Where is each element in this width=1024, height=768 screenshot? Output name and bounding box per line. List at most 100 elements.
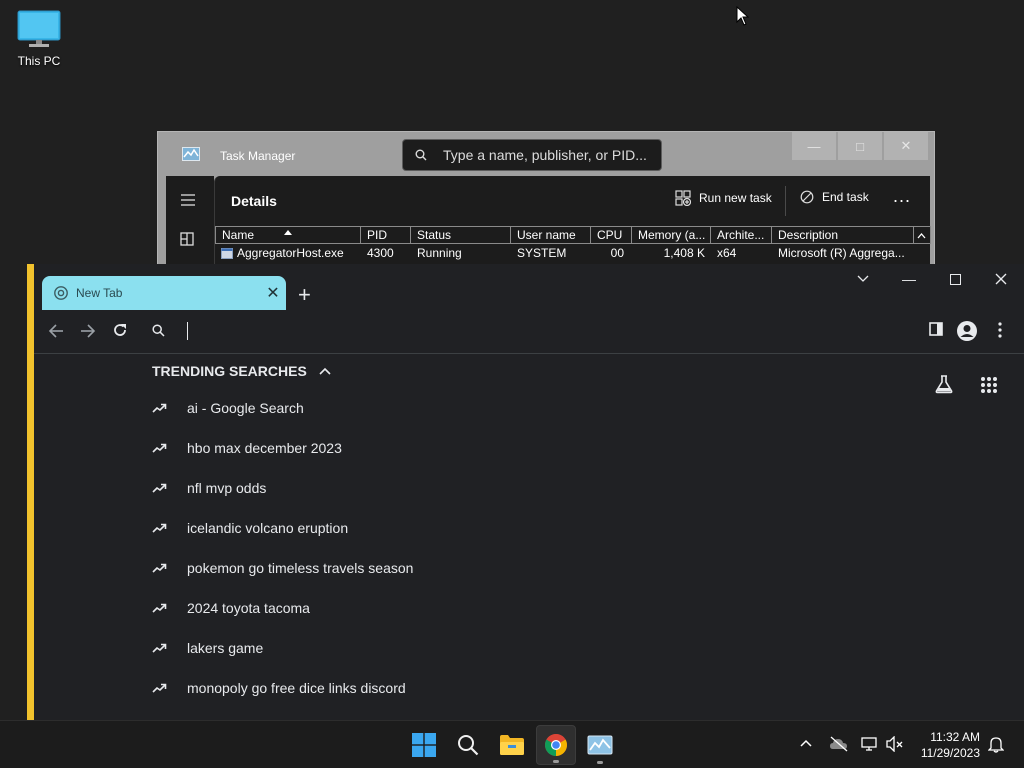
- chevron-up-icon: [319, 367, 331, 375]
- column-header-memory[interactable]: Memory (a...: [632, 226, 711, 244]
- suggestion-item[interactable]: pokemon go timeless travels season: [152, 548, 652, 588]
- side-panel-icon: [929, 322, 943, 336]
- cell-pid: 4300: [367, 246, 394, 260]
- taskbar-search-button[interactable]: [448, 725, 488, 765]
- minimize-button[interactable]: —: [792, 132, 836, 160]
- minimize-button[interactable]: —: [886, 264, 932, 294]
- minimize-icon: —: [902, 271, 916, 287]
- run-new-task-label: Run new task: [699, 191, 772, 205]
- suggestion-text: icelandic volcano eruption: [187, 520, 349, 536]
- trending-searches-header[interactable]: TRENDING SEARCHES: [152, 354, 652, 388]
- tab-close-button[interactable]: ✕: [260, 283, 286, 303]
- run-new-task-icon: [675, 190, 691, 206]
- reload-button[interactable]: [112, 322, 128, 343]
- page-title: Details: [231, 193, 277, 209]
- network-icon[interactable]: [861, 736, 879, 752]
- column-header-username[interactable]: User name: [511, 226, 591, 244]
- maximize-button[interactable]: [932, 264, 978, 294]
- close-button[interactable]: [978, 264, 1024, 294]
- chrome-toolbar: [34, 310, 1024, 354]
- file-explorer-button[interactable]: [492, 725, 532, 765]
- end-task-label: End task: [822, 190, 869, 204]
- cell-username: SYSTEM: [517, 246, 567, 260]
- new-tab-button[interactable]: +: [298, 282, 311, 308]
- suggestion-item[interactable]: lakers game: [152, 628, 652, 668]
- google-apps-icon[interactable]: [980, 376, 998, 394]
- suggestion-text: ai - Google Search: [187, 400, 304, 416]
- column-header-architecture[interactable]: Archite...: [711, 226, 772, 244]
- avatar-icon: [957, 321, 977, 341]
- omnibox-suggestions: TRENDING SEARCHES ai - Google Search hbo …: [152, 354, 652, 708]
- suggestion-text: hbo max december 2023: [187, 440, 342, 456]
- profile-button[interactable]: [956, 320, 978, 347]
- trending-icon: [152, 440, 187, 456]
- trending-icon: [152, 400, 187, 416]
- tab-new-tab[interactable]: New Tab ✕: [42, 276, 286, 310]
- chrome-tabstrip[interactable]: New Tab ✕ + —: [34, 264, 1024, 310]
- tab-search-button[interactable]: [840, 264, 886, 294]
- column-header-description[interactable]: Description: [772, 226, 914, 244]
- column-header-name[interactable]: Name: [215, 226, 361, 244]
- processes-icon[interactable]: [180, 232, 194, 246]
- arrow-right-icon: [81, 324, 96, 338]
- column-header-pid[interactable]: PID: [361, 226, 411, 244]
- desktop-icon-this-pc[interactable]: This PC: [10, 10, 68, 68]
- chrome-logo-icon: [545, 734, 567, 756]
- back-button[interactable]: [48, 322, 64, 343]
- cell-cpu: 00: [610, 246, 624, 260]
- suggestion-item[interactable]: nfl mvp odds: [152, 468, 652, 508]
- suggestion-text: lakers game: [187, 640, 264, 656]
- scroll-up-button[interactable]: [914, 226, 931, 244]
- chrome-menu-button[interactable]: [998, 322, 1002, 343]
- chevron-down-icon: [857, 275, 869, 282]
- close-icon: ✕: [266, 285, 280, 302]
- show-hidden-icons-chevron-up-icon[interactable]: [800, 739, 812, 747]
- system-clock[interactable]: 11:32 AM 11/29/2023: [921, 729, 980, 761]
- column-header-status[interactable]: Status: [411, 226, 511, 244]
- trending-icon: [152, 520, 187, 536]
- task-manager-window: Task Manager Type a name, publisher, or …: [157, 131, 935, 282]
- side-panel-button[interactable]: [929, 322, 943, 341]
- plus-icon: +: [298, 282, 311, 307]
- more-options-button[interactable]: ...: [893, 186, 911, 207]
- task-manager-taskbar-button[interactable]: [580, 725, 620, 765]
- notification-bell-icon[interactable]: [988, 736, 1004, 753]
- chrome-taskbar-button[interactable]: [536, 725, 576, 765]
- suggestion-item[interactable]: monopoly go free dice links discord: [152, 668, 652, 708]
- monitor-icon: [17, 10, 61, 47]
- suggestion-item[interactable]: 2024 toyota tacoma: [152, 588, 652, 628]
- task-manager-app-icon: [182, 147, 200, 161]
- column-header-cpu[interactable]: CPU: [591, 226, 632, 244]
- maximize-icon: [949, 273, 961, 285]
- close-icon: ✕: [900, 138, 912, 153]
- end-task-button[interactable]: End task: [800, 190, 869, 204]
- windows-logo-icon: [412, 733, 436, 757]
- task-manager-search-input[interactable]: Type a name, publisher, or PID...: [402, 139, 662, 171]
- suggestion-text: pokemon go timeless travels season: [187, 560, 414, 576]
- suggestion-item[interactable]: icelandic volcano eruption: [152, 508, 652, 548]
- search-placeholder: Type a name, publisher, or PID...: [443, 147, 647, 163]
- start-button[interactable]: [404, 725, 444, 765]
- cell-memory: 1,408 K: [663, 246, 705, 260]
- chrome-favicon-icon: [54, 286, 68, 300]
- task-manager-icon: [587, 735, 613, 755]
- onedrive-offline-icon[interactable]: [829, 736, 849, 752]
- table-row[interactable]: AggregatorHost.exe 4300 Running SYSTEM 0…: [215, 244, 931, 262]
- close-button[interactable]: ✕: [884, 132, 928, 160]
- exe-file-icon: [221, 247, 233, 259]
- task-manager-titlebar[interactable]: Task Manager Type a name, publisher, or …: [158, 132, 934, 176]
- hamburger-menu-icon[interactable]: [180, 194, 196, 206]
- trending-icon: [152, 640, 187, 656]
- run-new-task-button[interactable]: Run new task: [675, 190, 772, 206]
- volume-muted-icon[interactable]: [886, 736, 904, 752]
- maximize-button[interactable]: □: [838, 132, 882, 160]
- forward-button[interactable]: [80, 322, 96, 343]
- chrome-labs-icon[interactable]: [934, 374, 954, 394]
- suggestion-item[interactable]: ai - Google Search: [152, 388, 652, 428]
- tab-title: New Tab: [76, 286, 123, 300]
- running-indicator: [597, 761, 603, 764]
- suggestion-item[interactable]: hbo max december 2023: [152, 428, 652, 468]
- clock-time: 11:32 AM: [930, 730, 980, 744]
- suggestion-text: nfl mvp odds: [187, 480, 267, 496]
- omnibox-input[interactable]: [187, 322, 188, 340]
